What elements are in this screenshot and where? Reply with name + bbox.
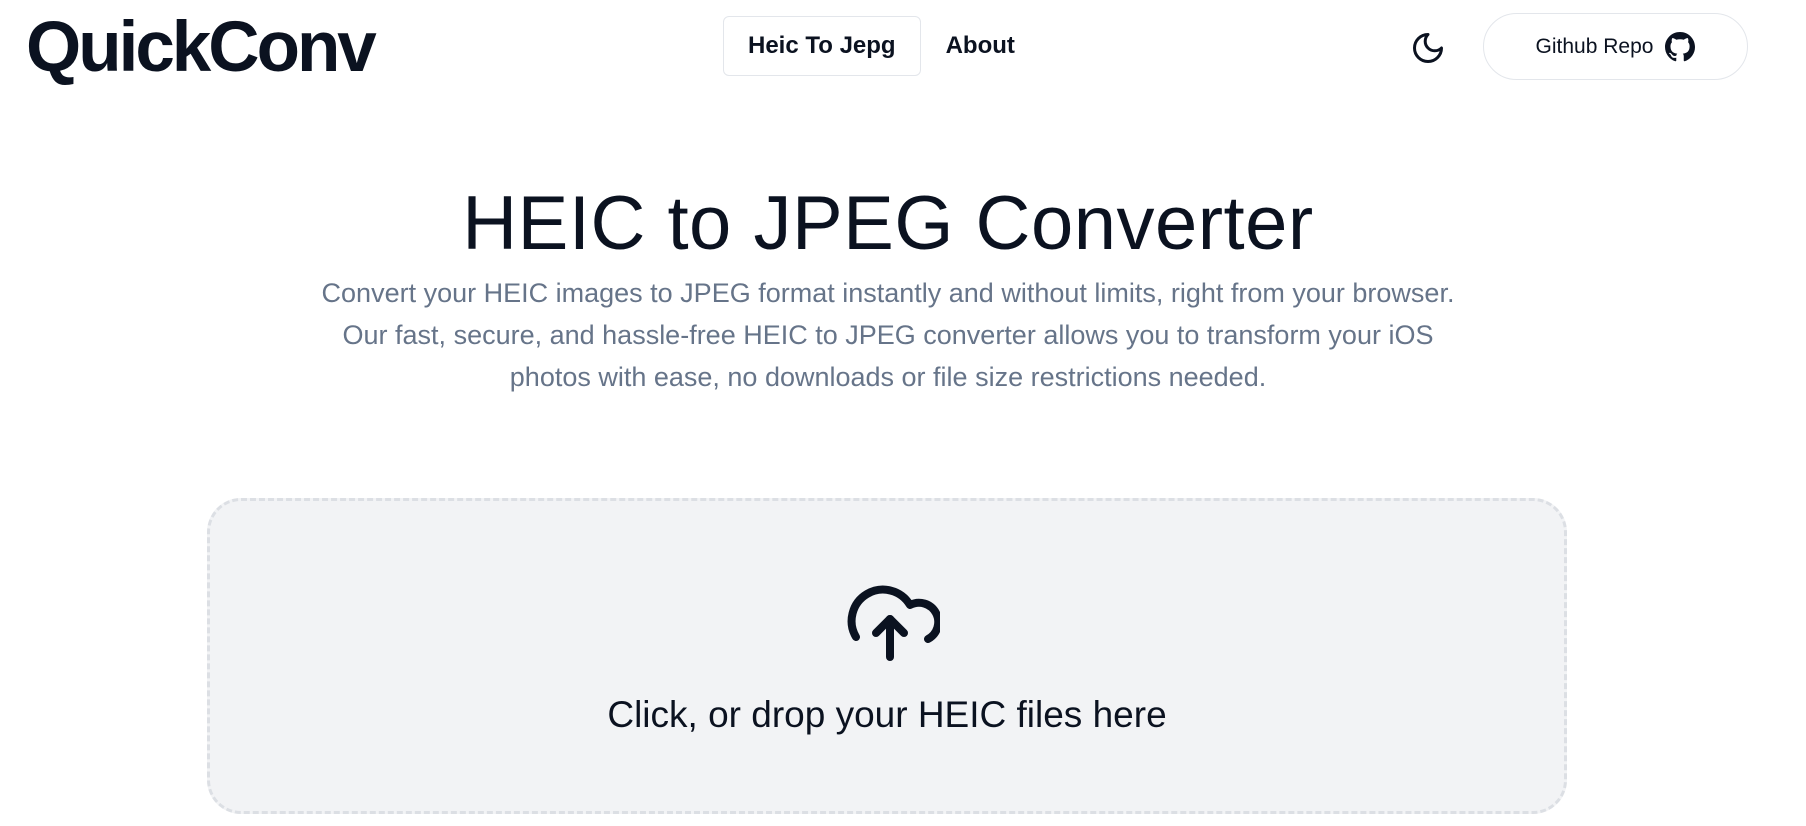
github-icon [1665,31,1696,61]
github-repo-label: Github Repo [1535,34,1654,58]
theme-toggle-button[interactable] [1406,26,1450,70]
page-description: Convert your HEIC images to JPEG format … [321,278,1455,392]
file-dropzone[interactable]: Click, or drop your HEIC files here [207,498,1567,814]
main-nav: Heic To Jepg About [723,16,1016,76]
nav-heic-to-jpeg[interactable]: Heic To Jepg [723,16,921,76]
moon-icon [1413,33,1443,63]
site-header: QuickConv Heic To Jepg About Github Repo [0,0,1806,96]
page: QuickConv Heic To Jepg About Github Repo… [0,0,1806,826]
nav-about[interactable]: About [945,16,1016,76]
cloud-upload-icon [847,585,940,661]
github-repo-button[interactable]: Github Repo [1483,13,1748,80]
page-title: HEIC to JPEG Converter [462,181,1314,266]
dropzone-label: Click, or drop your HEIC files here [607,694,1167,735]
site-logo[interactable]: QuickConv [26,8,377,88]
